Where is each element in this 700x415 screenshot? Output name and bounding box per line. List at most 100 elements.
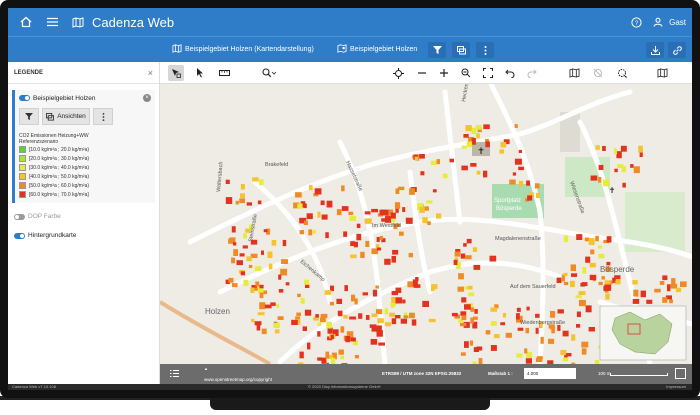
building-footprint[interactable] xyxy=(675,287,682,293)
building-footprint[interactable] xyxy=(337,310,343,317)
building-footprint[interactable] xyxy=(436,213,442,219)
building-footprint[interactable] xyxy=(336,298,343,304)
building-footprint[interactable] xyxy=(463,134,469,138)
building-footprint[interactable] xyxy=(633,289,639,297)
building-footprint[interactable] xyxy=(408,252,413,258)
building-footprint[interactable] xyxy=(303,220,308,225)
building-footprint[interactable] xyxy=(376,330,383,337)
measure-icon[interactable] xyxy=(216,65,232,81)
building-footprint[interactable] xyxy=(460,311,467,316)
building-footprint[interactable] xyxy=(277,316,284,320)
building-footprint[interactable] xyxy=(464,304,471,310)
zoom-out-icon[interactable] xyxy=(414,65,430,81)
building-footprint[interactable] xyxy=(389,312,396,317)
building-footprint[interactable] xyxy=(297,293,301,298)
building-footprint[interactable] xyxy=(385,322,391,327)
building-footprint[interactable] xyxy=(598,253,605,259)
building-footprint[interactable] xyxy=(465,255,472,260)
building-footprint[interactable] xyxy=(548,338,555,344)
building-footprint[interactable] xyxy=(385,216,392,223)
building-footprint[interactable] xyxy=(306,213,313,220)
building-footprint[interactable] xyxy=(364,218,372,224)
building-footprint[interactable] xyxy=(254,266,262,271)
building-footprint[interactable] xyxy=(315,314,319,318)
building-footprint[interactable] xyxy=(460,253,466,259)
building-footprint[interactable] xyxy=(566,353,572,357)
building-footprint[interactable] xyxy=(580,282,585,287)
building-footprint[interactable] xyxy=(483,124,490,130)
building-footprint[interactable] xyxy=(348,211,354,215)
building-footprint[interactable] xyxy=(354,355,359,359)
building-footprint[interactable] xyxy=(364,211,371,215)
building-footprint[interactable] xyxy=(384,308,389,315)
building-footprint[interactable] xyxy=(598,176,602,183)
building-footprint[interactable] xyxy=(326,321,332,329)
building-footprint[interactable] xyxy=(598,164,604,170)
building-footprint[interactable] xyxy=(403,312,408,316)
building-footprint[interactable] xyxy=(671,278,676,285)
building-footprint[interactable] xyxy=(582,267,587,274)
building-footprint[interactable] xyxy=(242,245,248,249)
building-footprint[interactable] xyxy=(358,313,363,319)
building-footprint[interactable] xyxy=(502,312,506,318)
building-footprint[interactable] xyxy=(581,341,589,348)
building-footprint[interactable] xyxy=(604,280,611,286)
building-footprint[interactable] xyxy=(638,145,643,153)
building-footprint[interactable] xyxy=(453,259,458,265)
building-footprint[interactable] xyxy=(630,164,634,168)
building-footprint[interactable] xyxy=(571,334,576,341)
building-footprint[interactable] xyxy=(461,297,467,303)
building-footprint[interactable] xyxy=(390,303,395,308)
building-footprint[interactable] xyxy=(436,159,441,165)
building-footprint[interactable] xyxy=(518,149,522,153)
building-footprint[interactable] xyxy=(239,198,245,204)
building-footprint[interactable] xyxy=(485,330,491,335)
building-footprint[interactable] xyxy=(325,351,330,359)
attribution[interactable]: www.openstreetmap.org/copyright xyxy=(204,377,272,382)
building-footprint[interactable] xyxy=(370,339,378,345)
building-footprint[interactable] xyxy=(261,328,267,335)
building-footprint[interactable] xyxy=(534,183,540,189)
building-footprint[interactable] xyxy=(377,247,382,251)
building-footprint[interactable] xyxy=(228,277,234,283)
map-canvas[interactable]: ✝ ✝ Brakefeld Sportplatz Bösperde Magdal… xyxy=(160,62,692,364)
building-footprint[interactable] xyxy=(535,313,540,318)
overview-toggle-icon[interactable] xyxy=(675,368,686,379)
building-footprint[interactable] xyxy=(622,182,626,188)
building-footprint[interactable] xyxy=(295,192,302,198)
building-footprint[interactable] xyxy=(551,327,555,334)
building-footprint[interactable] xyxy=(616,151,622,159)
building-footprint[interactable] xyxy=(325,232,329,239)
building-footprint[interactable] xyxy=(268,263,273,270)
building-footprint[interactable] xyxy=(308,229,313,236)
building-footprint[interactable] xyxy=(384,258,391,265)
building-footprint[interactable] xyxy=(375,285,379,289)
building-footprint[interactable] xyxy=(243,233,247,239)
building-footprint[interactable] xyxy=(344,285,348,292)
building-footprint[interactable] xyxy=(351,294,356,302)
building-footprint[interactable] xyxy=(540,336,544,344)
building-footprint[interactable] xyxy=(427,221,431,225)
building-footprint[interactable] xyxy=(500,322,506,326)
building-footprint[interactable] xyxy=(379,236,383,240)
building-footprint[interactable] xyxy=(589,274,597,281)
building-footprint[interactable] xyxy=(240,193,245,198)
building-footprint[interactable] xyxy=(526,180,530,186)
building-footprint[interactable] xyxy=(490,345,497,351)
building-footprint[interactable] xyxy=(476,133,480,139)
building-footprint[interactable] xyxy=(321,214,328,220)
building-footprint[interactable] xyxy=(407,281,414,288)
building-footprint[interactable] xyxy=(432,189,437,193)
building-footprint[interactable] xyxy=(563,235,569,243)
building-footprint[interactable] xyxy=(526,306,530,311)
link-icon[interactable] xyxy=(668,42,686,58)
building-footprint[interactable] xyxy=(680,281,687,287)
building-footprint[interactable] xyxy=(667,284,671,292)
building-footprint[interactable] xyxy=(233,249,238,256)
pointer-icon[interactable] xyxy=(192,65,208,81)
building-footprint[interactable] xyxy=(595,235,599,242)
more-icon[interactable] xyxy=(476,42,494,58)
building-footprint[interactable] xyxy=(338,349,344,355)
building-footprint[interactable] xyxy=(308,185,313,191)
select-area-icon[interactable] xyxy=(168,65,184,81)
